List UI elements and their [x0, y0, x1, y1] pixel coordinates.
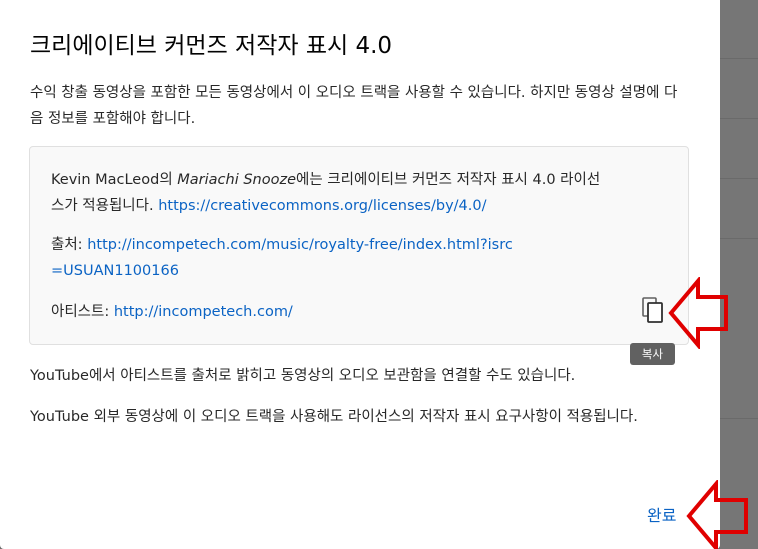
background-divider: [720, 178, 758, 179]
particle-text: 의: [159, 172, 178, 188]
copy-icon[interactable]: [640, 296, 666, 324]
attribution-artist-line: 아티스트: http://incompetech.com/: [51, 299, 611, 325]
source-link[interactable]: http://incompetech.com/music/royalty-fre…: [51, 237, 513, 279]
dialog-title: 크리에이티브 커먼즈 저작자 표시 4.0: [30, 33, 393, 59]
background-divider: [720, 238, 758, 239]
attribution-box: Kevin MacLeod의 Mariachi Snooze에는 크리에이티브 …: [29, 146, 689, 345]
done-button[interactable]: 완료: [647, 502, 676, 526]
attribution-license-line: Kevin MacLeod의 Mariachi Snooze에는 크리에이티브 …: [51, 167, 611, 219]
artist-name: Kevin MacLeod: [51, 172, 160, 188]
background-page: [720, 0, 758, 549]
annotation-arrow-done: [686, 480, 748, 549]
artist-label: 아티스트:: [51, 304, 110, 320]
background-divider: [720, 118, 758, 119]
background-divider: [720, 58, 758, 59]
artist-link[interactable]: http://incompetech.com/: [114, 304, 293, 320]
source-label: 출처:: [51, 237, 83, 253]
license-link[interactable]: https://creativecommons.org/licenses/by/…: [158, 198, 486, 214]
attribution-source-line: 출처: http://incompetech.com/music/royalty…: [51, 232, 521, 284]
track-title: Mariachi Snooze: [177, 172, 297, 188]
background-divider: [720, 418, 758, 419]
dialog-intro-text: 수익 창출 동영상을 포함한 모든 동영상에서 이 오디오 트랙을 사용할 수 …: [30, 85, 678, 127]
external-use-text: YouTube 외부 동영상에 이 오디오 트랙을 사용해도 라이선스의 저작자…: [30, 409, 638, 425]
youtube-attribution-text: YouTube에서 아티스트를 출처로 밝히고 동영상의 오디오 보관함을 연결…: [30, 368, 576, 384]
license-dialog: 크리에이티브 커먼즈 저작자 표시 4.0 수익 창출 동영상을 포함한 모든 …: [0, 0, 720, 549]
annotation-arrow-copy: [668, 277, 728, 349]
